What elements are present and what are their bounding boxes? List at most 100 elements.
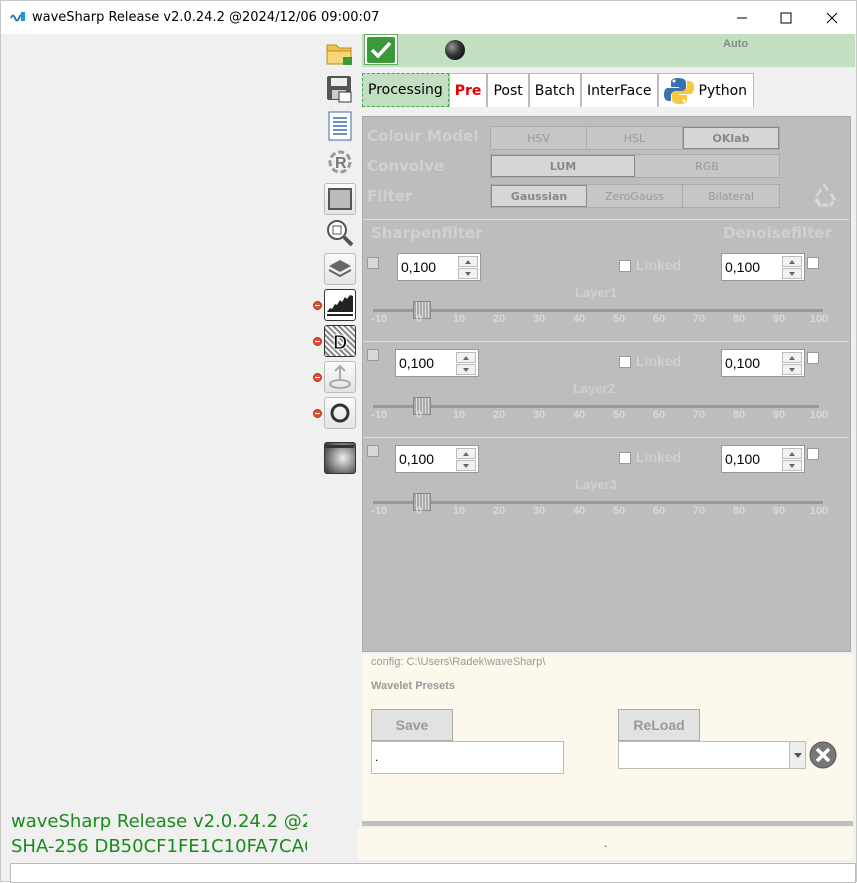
colour-model-option-oklab[interactable]: OKlab: [683, 127, 779, 149]
filter-option-gaussian[interactable]: Gaussian: [491, 185, 587, 207]
colour-model-option-hsv[interactable]: HSV: [491, 127, 587, 149]
tick-label: 100: [809, 409, 829, 421]
close-button[interactable]: [809, 1, 855, 34]
tick-label: 40: [572, 313, 586, 325]
layer1-slider-track[interactable]: [373, 309, 823, 312]
tick-label: 80: [732, 313, 746, 325]
layer1-sharpen-value: 0,100: [401, 259, 437, 275]
convolve-option-rgb[interactable]: RGB: [635, 155, 779, 177]
preset-combo[interactable]: [618, 741, 806, 769]
layer2-sharpen-spinbox[interactable]: 0,100: [395, 349, 479, 377]
tab-batch[interactable]: Batch: [528, 73, 581, 107]
spin-down-icon[interactable]: [782, 268, 802, 279]
spin-up-icon[interactable]: [782, 352, 802, 363]
tick-label: 10: [452, 505, 466, 517]
maximize-button[interactable]: [763, 1, 809, 34]
tab-interface[interactable]: InterFace: [580, 73, 658, 107]
apply-check-button[interactable]: [364, 34, 398, 65]
tick-label: 100: [809, 313, 829, 325]
colour-model-option-hsl[interactable]: HSL: [587, 127, 683, 149]
tick-label: 40: [572, 409, 586, 421]
filter-option-bilateral[interactable]: Bilateral: [683, 185, 779, 207]
separator: [363, 341, 849, 342]
save-button[interactable]: Save: [371, 709, 453, 741]
command-input[interactable]: [10, 863, 856, 883]
upload-icon: [329, 364, 351, 389]
tab-pre[interactable]: Pre: [448, 73, 488, 107]
spin-up-icon[interactable]: [458, 256, 478, 267]
spin-down-icon[interactable]: [782, 460, 802, 471]
spin-down-icon[interactable]: [458, 268, 478, 279]
layer1-sharpen-spinbox[interactable]: 0,100: [397, 253, 481, 281]
tick-label: 60: [652, 409, 666, 421]
layer2-denoise-checkbox[interactable]: [807, 352, 819, 364]
layer1-linked-checkbox[interactable]: [619, 260, 631, 272]
tick-label: 10: [452, 313, 466, 325]
spin-up-icon[interactable]: [782, 256, 802, 267]
save-button-tool[interactable]: [324, 73, 356, 105]
version-line: waveSharp Release v2.0.24.2 @2024/: [11, 811, 307, 832]
maximize-icon: [780, 12, 792, 23]
notes-button[interactable]: [324, 110, 356, 142]
layer1-denoise-checkbox[interactable]: [807, 257, 819, 269]
spin-up-icon[interactable]: [782, 448, 802, 459]
tab-bar: Processing Pre Post Batch InterFace Pyth…: [362, 73, 754, 107]
tab-label: Python: [698, 82, 748, 99]
spin-down-icon[interactable]: [782, 364, 802, 375]
tick-label: 100: [809, 505, 829, 517]
chevron-down-icon[interactable]: [789, 742, 805, 768]
zoom-fit-button[interactable]: [324, 217, 356, 249]
convolve-label: Convolve: [367, 157, 445, 175]
layer1-denoise-spinbox[interactable]: 0,100: [721, 253, 805, 281]
layer3-label: Layer3: [575, 477, 617, 492]
layer3-slider-track[interactable]: [373, 501, 823, 504]
layer2-denoise-spinbox[interactable]: 0,100: [721, 349, 805, 377]
layer2-slider-track[interactable]: [373, 405, 819, 408]
histogram-status-dot: [313, 301, 322, 310]
delete-preset-button[interactable]: [807, 739, 839, 771]
spin-down-icon[interactable]: [456, 460, 476, 471]
convolve-option-lum[interactable]: LUM: [491, 155, 635, 177]
rotate-r-button[interactable]: R: [324, 146, 356, 178]
layers-button[interactable]: [324, 253, 356, 285]
tick-label: -10: [371, 313, 387, 325]
reload-button[interactable]: ReLoad: [618, 709, 700, 741]
layer2-sharpen-checkbox[interactable]: [367, 349, 379, 361]
d-noise-button[interactable]: D: [324, 325, 356, 357]
tab-python[interactable]: Python: [657, 73, 754, 107]
spin-down-icon[interactable]: [456, 364, 476, 375]
layer3-denoise-checkbox[interactable]: [807, 448, 819, 460]
layer2-linked-checkbox[interactable]: [619, 356, 631, 368]
denoise-status-dot: [313, 337, 322, 346]
filter-selector: Gaussian ZeroGauss Bilateral: [490, 184, 780, 208]
layer3-linked-checkbox[interactable]: [619, 452, 631, 464]
histogram-button[interactable]: [324, 289, 356, 321]
app-wave-icon: [10, 12, 25, 22]
filter-option-zerogauss[interactable]: ZeroGauss: [587, 185, 683, 207]
tick-label: -10: [371, 409, 387, 421]
frame-button[interactable]: [324, 183, 356, 215]
tab-label: Post: [493, 82, 523, 99]
minimize-button[interactable]: [719, 1, 765, 34]
upload-status-dot: [313, 373, 322, 382]
spin-up-icon[interactable]: [456, 352, 476, 363]
layer1-sharpen-checkbox[interactable]: [367, 257, 379, 269]
tick-label: 0: [415, 409, 423, 421]
frame-icon: [328, 188, 352, 210]
layer3-denoise-spinbox[interactable]: 0,100: [721, 445, 805, 473]
layer3-sharpen-spinbox[interactable]: 0,100: [395, 445, 479, 473]
status-bar-top: [362, 34, 855, 67]
layer2-linked-label: Linked: [636, 353, 682, 369]
spin-up-icon[interactable]: [456, 448, 476, 459]
layer3-sharpen-checkbox[interactable]: [367, 445, 379, 457]
circle-button[interactable]: [324, 397, 356, 429]
tick-label: 0: [415, 505, 423, 517]
tab-post[interactable]: Post: [487, 73, 529, 107]
notes-list-icon: [328, 111, 352, 141]
open-folder-button[interactable]: [324, 37, 356, 69]
tab-processing[interactable]: Processing: [362, 73, 449, 107]
upload-button[interactable]: [324, 361, 356, 393]
gradient-button[interactable]: [324, 442, 356, 474]
recycle-icon[interactable]: [809, 180, 841, 212]
preset-name-input[interactable]: .: [371, 741, 564, 774]
